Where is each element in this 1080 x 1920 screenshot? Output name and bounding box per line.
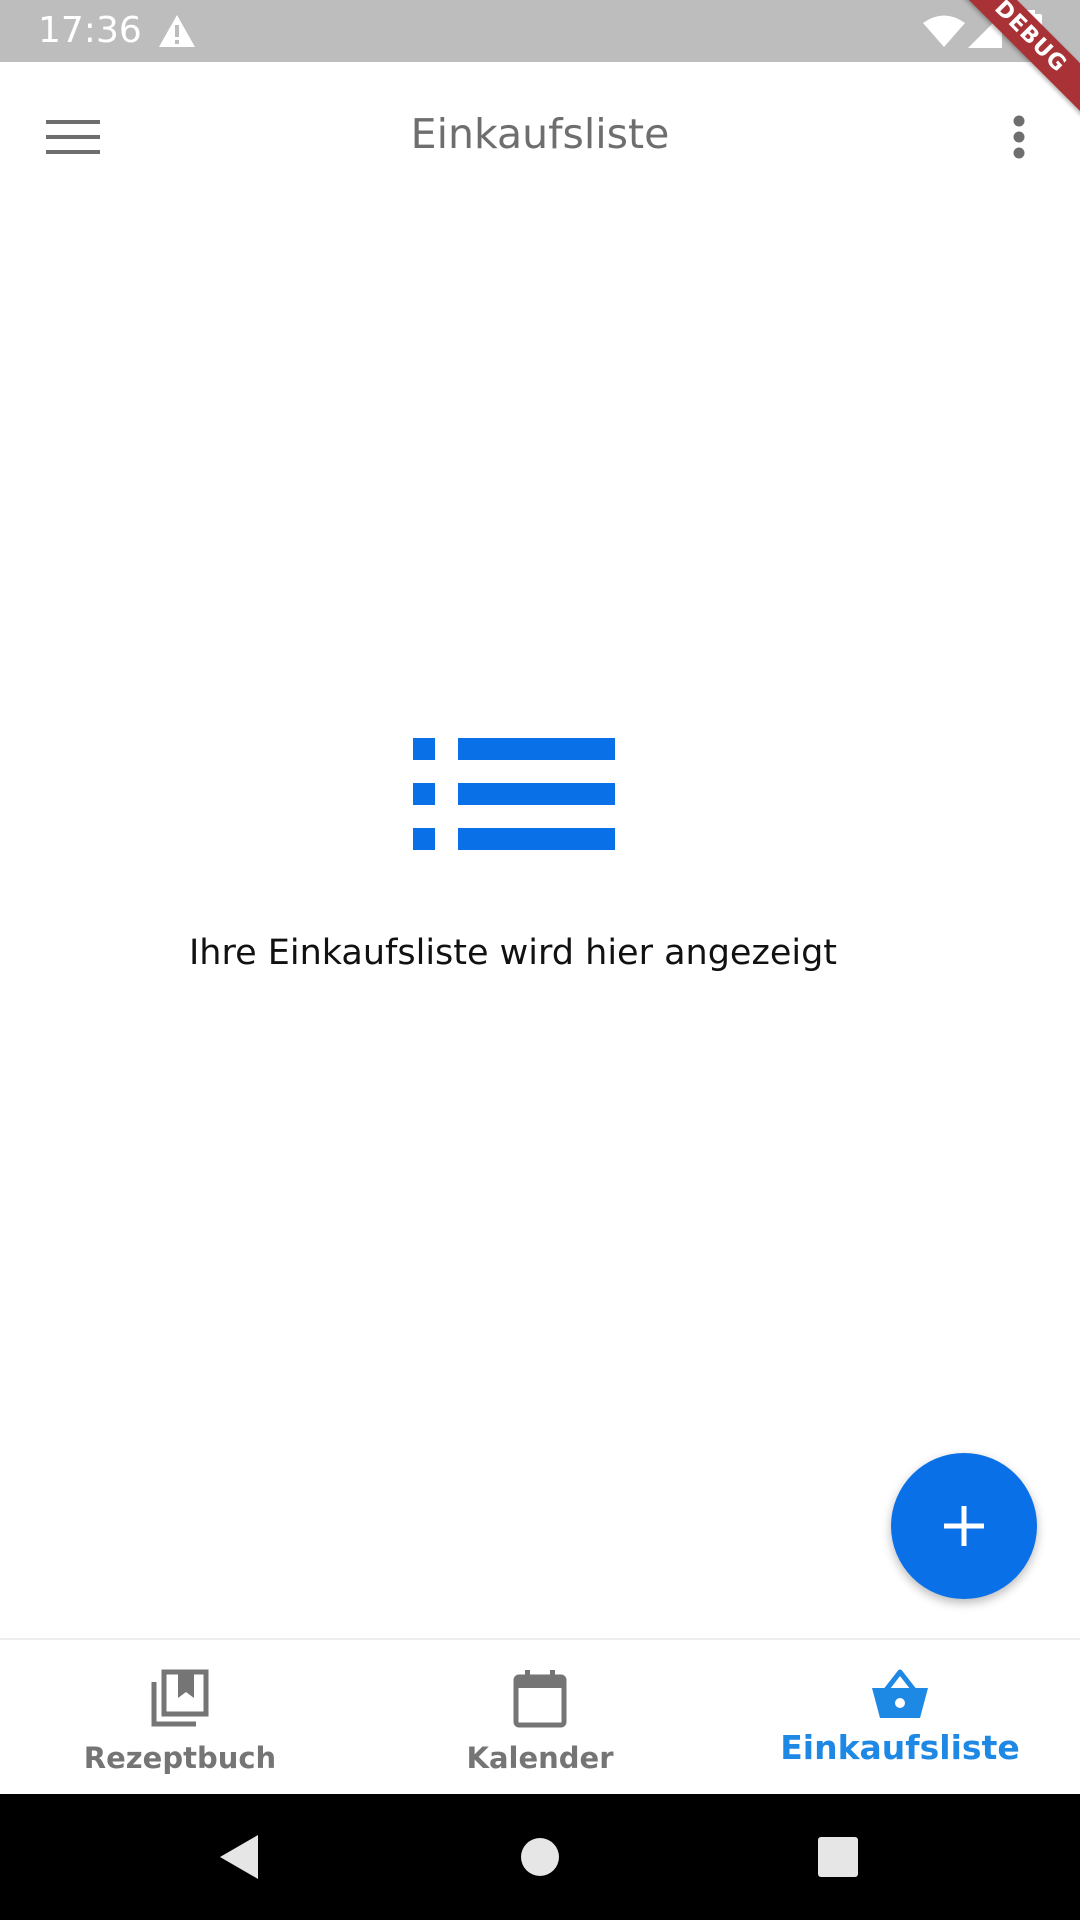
list-icon xyxy=(413,738,615,850)
nav-item-einkaufsliste[interactable]: Einkaufsliste xyxy=(720,1640,1080,1796)
status-bar: 17:36 xyxy=(0,0,1080,62)
recipe-book-icon xyxy=(151,1669,209,1727)
nav-label: Einkaufsliste xyxy=(780,1728,1020,1767)
system-navigation-bar xyxy=(0,1794,1080,1920)
calendar-icon xyxy=(513,1670,567,1728)
add-item-button[interactable] xyxy=(891,1453,1037,1599)
plus-icon xyxy=(944,1506,984,1546)
nav-item-kalender[interactable]: Kalender xyxy=(360,1640,720,1796)
home-icon[interactable] xyxy=(510,1827,570,1887)
bottom-navigation: Rezeptbuch Kalender Einkaufsliste xyxy=(0,1638,1080,1796)
back-icon[interactable] xyxy=(210,1827,270,1887)
nav-label: Rezeptbuch xyxy=(83,1741,277,1775)
screen: 17:36 Einkaufsliste DEBUG Ihre Einkaufsl… xyxy=(0,0,1080,1920)
page-title: Einkaufsliste xyxy=(410,110,670,158)
status-time: 17:36 xyxy=(38,10,142,51)
basket-icon xyxy=(872,1669,928,1718)
warning-icon xyxy=(159,15,195,47)
menu-button[interactable] xyxy=(30,94,116,180)
recents-icon[interactable] xyxy=(808,1827,868,1887)
nav-label: Kalender xyxy=(466,1741,614,1775)
app-bar: Einkaufsliste xyxy=(0,62,1080,210)
wifi-icon xyxy=(923,15,965,47)
menu-icon xyxy=(46,120,100,154)
more-options-button[interactable] xyxy=(976,94,1062,180)
nav-item-rezeptbuch[interactable]: Rezeptbuch xyxy=(0,1640,360,1796)
more-vert-icon xyxy=(1013,115,1025,159)
empty-state-message: Ihre Einkaufsliste wird hier angezeigt xyxy=(188,933,838,973)
